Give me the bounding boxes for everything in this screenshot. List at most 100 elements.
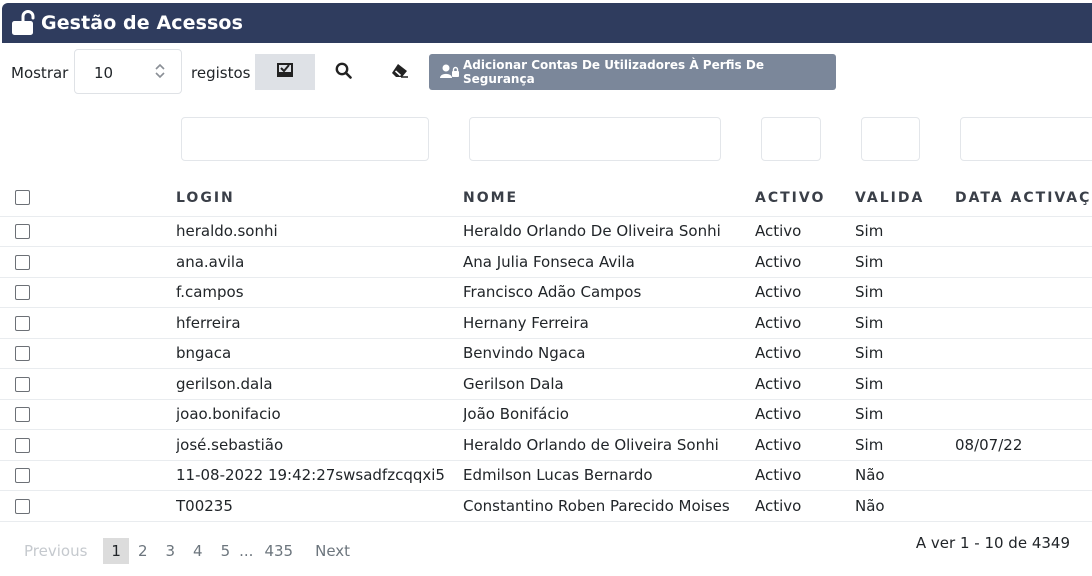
page-button-last[interactable]: 435 (255, 538, 302, 564)
column-header-name[interactable]: NOME (463, 178, 755, 217)
next-page-button[interactable]: Next (306, 538, 359, 564)
cell-valid: Sim (855, 216, 955, 247)
clear-filters-button[interactable] (380, 54, 420, 90)
row-select-cell (0, 216, 176, 247)
row-select-cell (0, 246, 176, 278)
add-accounts-to-profiles-button[interactable]: Adicionar Contas De Utilizadores À Perfi… (429, 54, 836, 90)
activation-date-filter-input[interactable] (960, 117, 1092, 161)
records-info: A ver 1 - 10 de 4349 (915, 534, 1070, 552)
search-button[interactable] (323, 54, 363, 90)
page-button-4[interactable]: 4 (184, 538, 212, 564)
table-row[interactable]: hferreira Hernany Ferreira Activo Sim (0, 307, 1092, 339)
cell-login: bngaca (176, 338, 463, 369)
cell-valid: Sim (855, 368, 955, 400)
eraser-icon (391, 63, 409, 82)
export-button[interactable] (255, 54, 315, 90)
login-filter-input[interactable] (181, 117, 429, 161)
row-checkbox[interactable] (15, 224, 30, 240)
pagination: Previous 1 2 3 4 5 ... 435 Next (24, 538, 359, 564)
cell-active: Activo (755, 399, 855, 430)
page-button-5[interactable]: 5 (212, 538, 240, 564)
row-checkbox[interactable] (15, 346, 30, 362)
cell-activation-date (955, 216, 1092, 247)
table-row[interactable]: bngaca Benvindo Ngaca Activo Sim (0, 338, 1092, 369)
add-button-label: Adicionar Contas De Utilizadores À Perfi… (463, 58, 764, 86)
page-button-2[interactable]: 2 (129, 538, 157, 564)
cell-login: gerilson.dala (176, 368, 463, 400)
column-header-activation-date[interactable]: DATA ACTIVAÇ (955, 178, 1092, 217)
page-title: Gestão de Acessos (41, 12, 243, 34)
table-header-row: LOGIN NOME ACTIVO VALIDA DATA ACTIVAÇ (0, 178, 1092, 217)
table-row[interactable]: T00235 Constantino Roben Parecido Moises A… (0, 490, 1092, 522)
cell-valid: Sim (855, 338, 955, 369)
row-checkbox[interactable] (15, 376, 30, 392)
cell-active: Activo (755, 490, 855, 522)
row-checkbox[interactable] (15, 498, 30, 514)
page-size-select[interactable]: 10 (74, 49, 182, 94)
cell-active: Activo (755, 368, 855, 400)
row-checkbox[interactable] (15, 437, 30, 453)
column-header-login[interactable]: LOGIN (176, 178, 463, 217)
cell-login: ana.avila (176, 246, 463, 278)
user-lock-icon (440, 64, 463, 81)
row-checkbox[interactable] (15, 315, 30, 331)
cell-login: T00235 (176, 490, 463, 522)
table-body: heraldo.sonhi Heraldo Orlando De Oliveira… (0, 216, 1092, 522)
page-header: Gestão de Acessos (2, 3, 1092, 43)
valid-filter-input[interactable] (861, 117, 920, 161)
table-row[interactable]: heraldo.sonhi Heraldo Orlando De Oliveira… (0, 216, 1092, 247)
cell-activation-date (955, 399, 1092, 430)
cell-active: Activo (755, 277, 855, 308)
cell-activation-date (955, 490, 1092, 522)
page-button-3[interactable]: 3 (157, 538, 185, 564)
cell-activation-date (955, 246, 1092, 278)
table-row[interactable]: josé.sebastião Heraldo Orlando de Oliveir… (0, 429, 1092, 461)
cell-valid: Sim (855, 429, 955, 461)
records-label: registos (191, 64, 251, 82)
cell-activation-date (955, 277, 1092, 308)
cell-valid: Sim (855, 307, 955, 339)
cell-activation-date (955, 307, 1092, 339)
cell-valid: Não (855, 460, 955, 491)
cell-valid: Não (855, 490, 955, 522)
row-checkbox[interactable] (15, 468, 30, 484)
cell-login: hferreira (176, 307, 463, 339)
cell-active: Activo (755, 338, 855, 369)
table-row[interactable]: ana.avila Ana Julia Fonseca Avila Activo Si… (0, 246, 1092, 278)
cell-login: josé.sebastião (176, 429, 463, 461)
row-select-cell (0, 429, 176, 461)
active-filter-input[interactable] (761, 117, 821, 161)
row-checkbox[interactable] (15, 254, 30, 270)
cell-active: Activo (755, 307, 855, 339)
select-arrows-icon (155, 63, 165, 79)
cell-activation-date (955, 368, 1092, 400)
table-row[interactable]: joao.bonifacio João Bonifácio Activo Sim (0, 399, 1092, 430)
table-row[interactable]: 11-08-2022 19:42:27swsadfzcqqxi5 Edmilson… (0, 460, 1092, 491)
column-header-active[interactable]: ACTIVO (755, 178, 855, 217)
cell-valid: Sim (855, 399, 955, 430)
cell-name: Constantino Roben Parecido Moises (463, 490, 755, 522)
page-button-1[interactable]: 1 (103, 538, 129, 564)
cell-name: Benvindo Ngaca (463, 338, 755, 369)
row-checkbox[interactable] (15, 285, 30, 301)
cell-active: Activo (755, 429, 855, 461)
pagination-ellipsis: ... (239, 542, 254, 560)
row-select-cell (0, 368, 176, 400)
search-icon (335, 62, 352, 83)
cell-valid: Sim (855, 277, 955, 308)
cell-activation-date (955, 460, 1092, 491)
select-all-cell (0, 178, 176, 217)
row-select-cell (0, 399, 176, 430)
column-header-valid[interactable]: VALIDA (855, 178, 955, 217)
select-all-checkbox[interactable] (15, 190, 30, 206)
row-select-cell (0, 338, 176, 369)
cell-activation-date (955, 338, 1092, 369)
cell-name: Heraldo Orlando de Oliveira Sonhi (463, 429, 755, 461)
table-row[interactable]: f.campos Francisco Adão Campos Activo Sim (0, 277, 1092, 308)
row-checkbox[interactable] (15, 407, 30, 423)
name-filter-input[interactable] (469, 117, 721, 161)
previous-page-button[interactable]: Previous (24, 538, 96, 564)
table-row[interactable]: gerilson.dala Gerilson Dala Activo Sim (0, 368, 1092, 400)
tray-download-icon (276, 62, 294, 82)
cell-name: João Bonifácio (463, 399, 755, 430)
